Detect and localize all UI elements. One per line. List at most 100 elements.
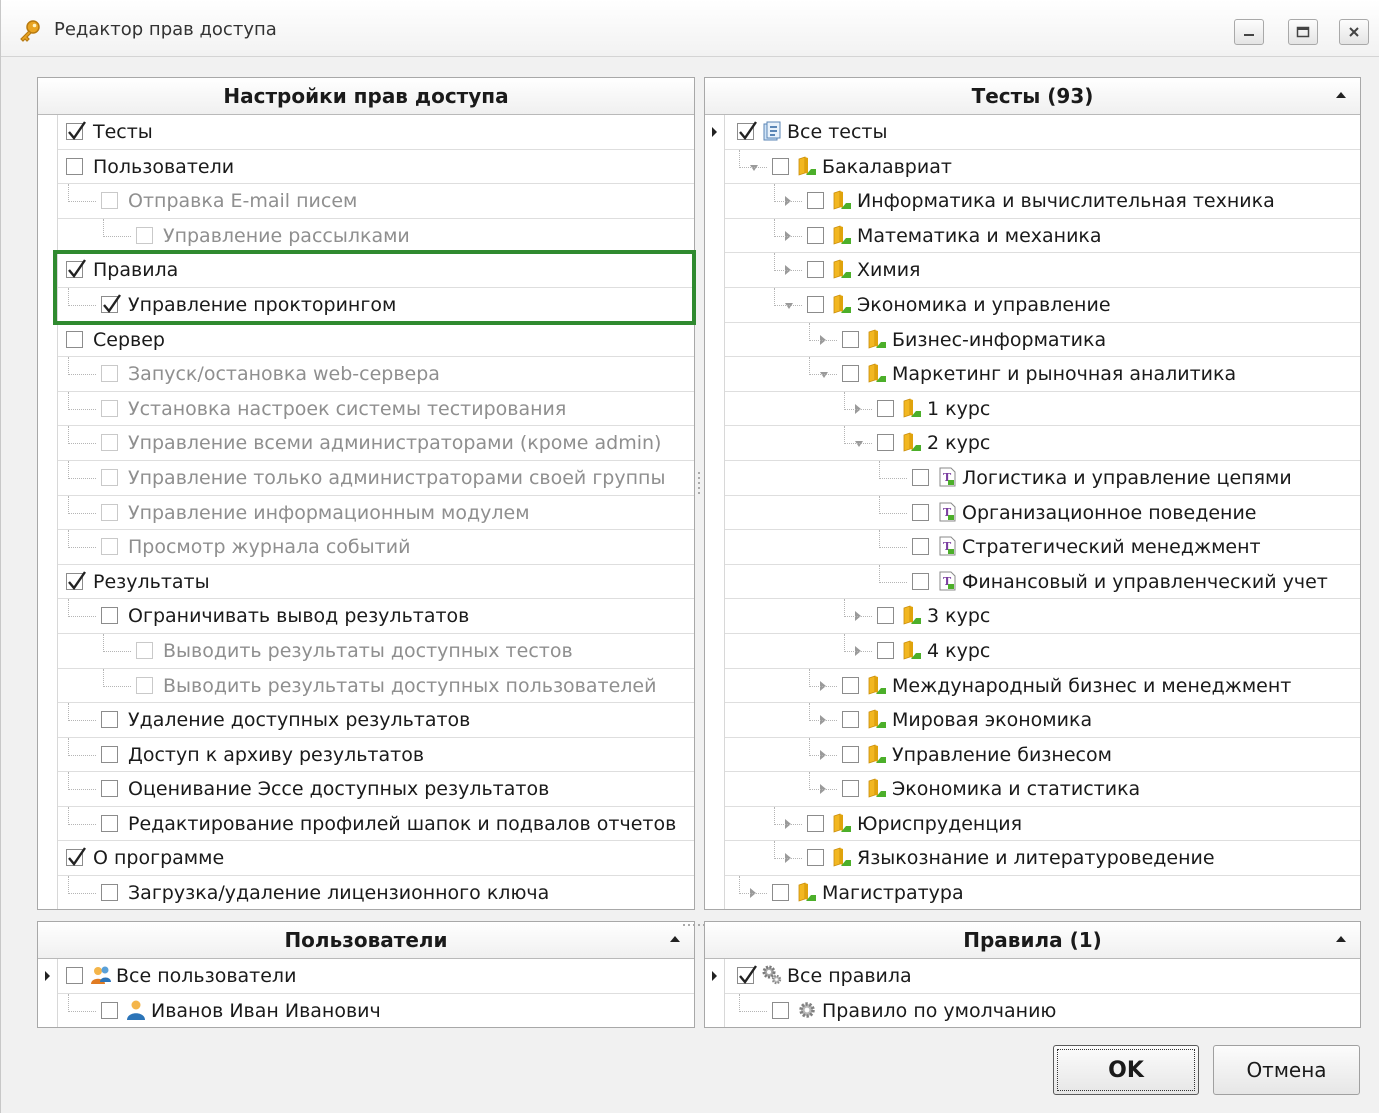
checkbox[interactable] bbox=[912, 572, 929, 590]
checkbox[interactable] bbox=[842, 365, 859, 383]
checkbox-checked[interactable] bbox=[66, 847, 86, 867]
checkbox[interactable] bbox=[101, 434, 118, 452]
checkbox[interactable] bbox=[842, 745, 859, 763]
tree-row[interactable]: Пользователи bbox=[58, 150, 694, 185]
tree-row[interactable]: Бизнес-информатика bbox=[725, 322, 1360, 358]
checkbox[interactable] bbox=[101, 1001, 118, 1019]
tree-row[interactable]: Бакалавриат bbox=[725, 149, 1360, 185]
tree-row[interactable]: 1 курс bbox=[725, 391, 1360, 427]
tree-row[interactable]: T Логистика и управление цепями bbox=[725, 460, 1360, 496]
checkbox[interactable] bbox=[877, 399, 894, 417]
checkbox[interactable] bbox=[66, 330, 83, 348]
expand-arrow-icon[interactable] bbox=[45, 971, 50, 981]
tree-row[interactable]: Управление только администраторами своей… bbox=[58, 460, 694, 496]
tree-row[interactable]: Загрузка/удаление лицензионного ключа bbox=[58, 876, 694, 909]
tree-row[interactable]: Управление информационным модулем bbox=[58, 495, 694, 531]
checkbox[interactable] bbox=[842, 330, 859, 348]
tree-row[interactable]: Доступ к архиву результатов bbox=[58, 737, 694, 773]
tree-row[interactable]: Химия bbox=[725, 253, 1360, 288]
checkbox[interactable] bbox=[877, 434, 894, 452]
tree-row[interactable]: Просмотр журнала событий bbox=[58, 530, 694, 565]
checkbox-checked[interactable] bbox=[66, 571, 86, 590]
tree-row[interactable]: Магистратура bbox=[725, 876, 1360, 909]
tree-row[interactable]: Управление всеми администраторами (кроме… bbox=[58, 426, 694, 461]
checkbox-checked[interactable] bbox=[737, 965, 757, 984]
tree-row[interactable]: Выводить результаты доступных пользовате… bbox=[58, 668, 694, 704]
tree-row[interactable]: Юриспруденция bbox=[725, 806, 1360, 842]
tree-row[interactable]: Редактирование профилей шапок и подвалов… bbox=[58, 806, 694, 842]
tree-row[interactable]: Иванов Иван Иванович bbox=[58, 993, 694, 1027]
tree-row[interactable]: Маркетинг и рыночная аналитика bbox=[725, 357, 1360, 392]
checkbox[interactable] bbox=[66, 157, 83, 175]
checkbox[interactable] bbox=[807, 226, 824, 244]
tree-row[interactable]: Мировая экономика bbox=[725, 703, 1360, 738]
tree-row[interactable]: Сервер bbox=[58, 323, 694, 358]
checkbox[interactable] bbox=[136, 226, 153, 244]
tree-row[interactable]: Экономика и статистика bbox=[725, 772, 1360, 807]
tree-row[interactable]: Установка настроек системы тестирования bbox=[58, 391, 694, 427]
checkbox[interactable] bbox=[912, 503, 929, 521]
expand-arrow-icon[interactable] bbox=[712, 971, 717, 981]
tree-row[interactable]: T Финансовый и управленческий учет bbox=[725, 564, 1360, 600]
cancel-button[interactable]: Отмена bbox=[1213, 1045, 1360, 1095]
checkbox[interactable] bbox=[101, 607, 118, 625]
tree-row[interactable]: Выводить результаты доступных тестов bbox=[58, 633, 694, 669]
ok-button[interactable]: OK bbox=[1053, 1045, 1199, 1095]
tree-row[interactable]: Все правила bbox=[712, 959, 1360, 994]
checkbox[interactable] bbox=[877, 607, 894, 625]
tree-row[interactable]: Информатика и вычислительная техника bbox=[725, 184, 1360, 219]
checkbox[interactable] bbox=[842, 780, 859, 798]
tree-row[interactable]: О программе bbox=[58, 841, 694, 877]
checkbox[interactable] bbox=[136, 676, 153, 694]
checkbox[interactable] bbox=[807, 295, 824, 313]
vertical-splitter[interactable] bbox=[695, 470, 703, 500]
tree-row[interactable]: Управление рассылками bbox=[58, 218, 694, 254]
tree-row[interactable]: Запуск/остановка web-сервера bbox=[58, 357, 694, 392]
tree-row[interactable]: Управление бизнесом bbox=[725, 737, 1360, 773]
tree-row[interactable]: Математика и механика bbox=[725, 218, 1360, 254]
checkbox[interactable] bbox=[807, 849, 824, 867]
tree-row[interactable]: 3 курс bbox=[725, 599, 1360, 634]
tree-row[interactable]: Результаты bbox=[58, 565, 694, 600]
rules-header[interactable]: Правила (1) bbox=[705, 922, 1360, 959]
checkbox[interactable] bbox=[101, 745, 118, 763]
tree-row[interactable]: Оценивание Эссе доступных результатов bbox=[58, 772, 694, 807]
tree-row[interactable]: 2 курс bbox=[725, 426, 1360, 461]
maximize-button[interactable] bbox=[1288, 19, 1318, 45]
checkbox[interactable] bbox=[842, 711, 859, 729]
checkbox[interactable] bbox=[136, 641, 153, 659]
checkbox[interactable] bbox=[807, 814, 824, 832]
checkbox[interactable] bbox=[807, 192, 824, 210]
tree-row[interactable]: T Стратегический менеджмент bbox=[725, 530, 1360, 565]
tree-row[interactable]: Ограничивать вывод результатов bbox=[58, 599, 694, 634]
checkbox[interactable] bbox=[101, 814, 118, 832]
expand-arrow-icon[interactable] bbox=[712, 127, 717, 137]
tree-row[interactable]: 4 курс bbox=[725, 633, 1360, 669]
checkbox[interactable] bbox=[772, 157, 789, 175]
users-header[interactable]: Пользователи bbox=[38, 922, 694, 959]
checkbox[interactable] bbox=[101, 780, 118, 798]
tests-header[interactable]: Тесты (93) bbox=[705, 78, 1360, 115]
checkbox[interactable] bbox=[66, 967, 83, 984]
checkbox[interactable] bbox=[101, 365, 118, 383]
minimize-button[interactable] bbox=[1234, 19, 1264, 45]
checkbox[interactable] bbox=[101, 884, 118, 902]
close-button[interactable] bbox=[1339, 19, 1369, 45]
tree-row[interactable]: Экономика и управление bbox=[725, 287, 1360, 323]
checkbox-checked[interactable] bbox=[737, 121, 757, 140]
checkbox[interactable] bbox=[101, 468, 118, 486]
tree-row[interactable]: Все тесты bbox=[712, 115, 1360, 150]
checkbox[interactable] bbox=[772, 884, 789, 902]
checkbox[interactable] bbox=[877, 641, 894, 659]
tree-row[interactable]: Правило по умолчанию bbox=[725, 993, 1360, 1027]
checkbox[interactable] bbox=[772, 1001, 789, 1019]
checkbox[interactable] bbox=[807, 261, 824, 279]
tree-row[interactable]: Все пользователи bbox=[45, 959, 694, 994]
permissions-header[interactable]: Настройки прав доступа bbox=[38, 78, 694, 115]
checkbox[interactable] bbox=[101, 538, 118, 556]
tree-row[interactable]: Удаление доступных результатов bbox=[58, 703, 694, 738]
checkbox[interactable] bbox=[101, 399, 118, 417]
tree-row[interactable]: Тесты bbox=[58, 115, 694, 150]
horizontal-splitter[interactable] bbox=[681, 911, 711, 926]
checkbox[interactable] bbox=[912, 468, 929, 486]
